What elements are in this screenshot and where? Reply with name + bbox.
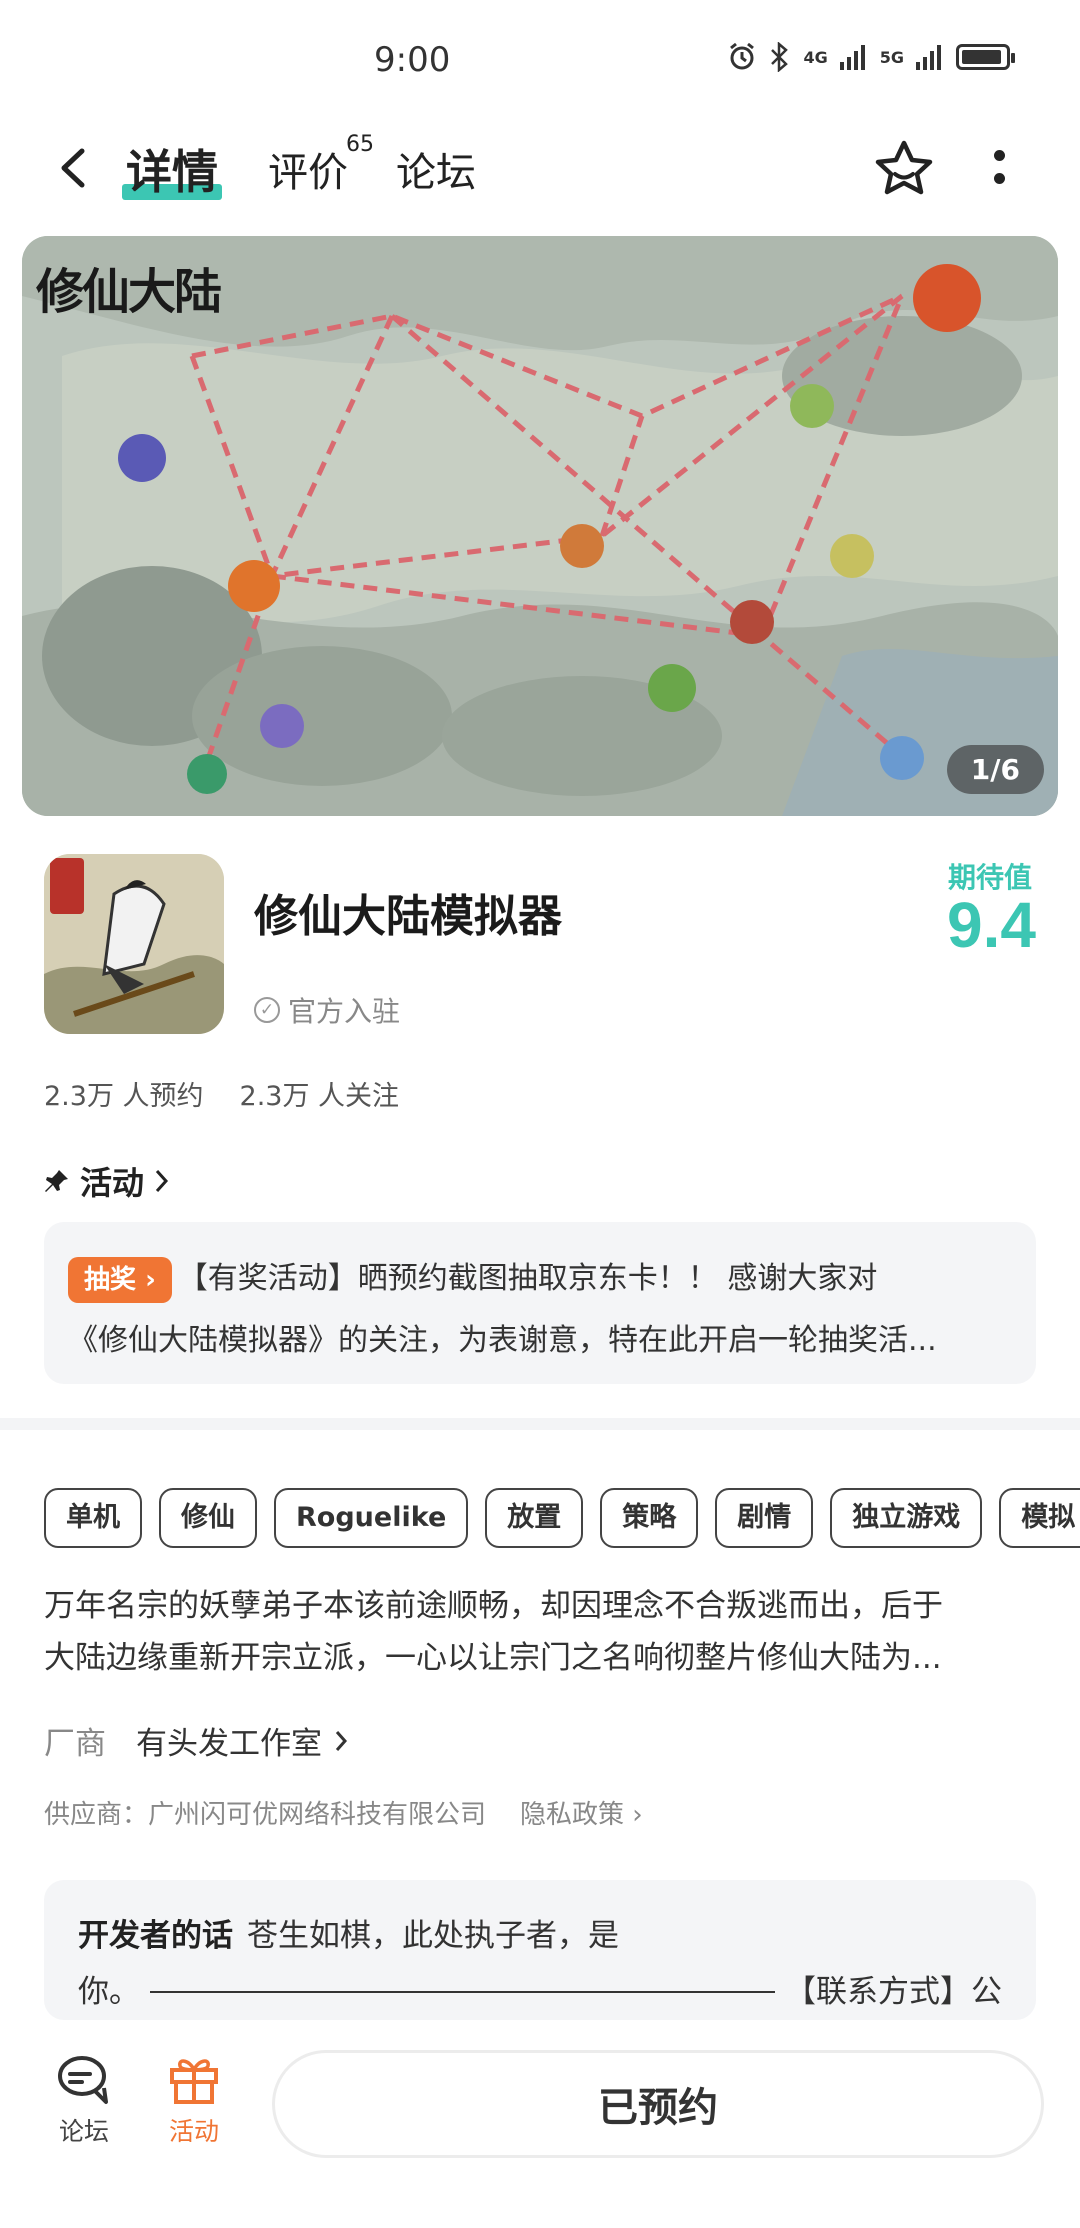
more-menu-icon[interactable]	[994, 144, 1006, 200]
supplier-text: 供应商：广州闪可优网络科技有限公司	[44, 1800, 487, 1830]
pin-icon	[45, 1170, 68, 1192]
lottery-badge: 抽奖 ›	[68, 1256, 172, 1303]
map-illustration	[22, 236, 1058, 816]
status-bar: 9:00 4G 5G	[0, 0, 1080, 120]
status-time: 9:00	[374, 40, 451, 80]
tag-item[interactable]: 独立游戏	[830, 1488, 983, 1548]
screenshot-carousel[interactable]: 修仙大陆 1/6	[22, 236, 1058, 816]
tag-item[interactable]: 模拟	[999, 1488, 1080, 1548]
activity-heading: 活动	[80, 1164, 145, 1202]
tab-details-label: 详情	[126, 145, 218, 199]
activity-text-2: 《修仙大陆模拟器》的关注，为表谢意，特在此开启一轮抽奖活...	[68, 1323, 937, 1358]
tag-item[interactable]: 剧情	[715, 1488, 814, 1548]
tag-item[interactable]: 单机	[44, 1488, 142, 1548]
separator-line	[150, 1991, 775, 1993]
status-icons: 4G 5G	[727, 42, 1015, 72]
developer-words-text: 苍生如棋，此处执子者，是	[247, 1918, 619, 1954]
bottom-activity-label: 活动	[168, 2117, 219, 2146]
privacy-policy-label: 隐私政策	[520, 1800, 625, 1830]
gift-icon	[170, 2059, 218, 2104]
alarm-icon	[730, 42, 755, 70]
section-divider	[0, 1418, 1080, 1430]
lottery-badge-label: 抽奖	[84, 1264, 137, 1295]
developer-row[interactable]: 厂商 有头发工作室	[44, 1718, 348, 1763]
game-description[interactable]: 万年名宗的妖孽弟子本该前途顺畅，却因理念不合叛逃而出，后于 大陆边缘重新开宗立派…	[44, 1580, 1036, 1684]
tag-item[interactable]: 放置	[485, 1488, 584, 1548]
stats-row: 2.3万 人预约 2.3万 人关注	[44, 1074, 399, 1113]
developer-name: 有头发工作室	[136, 1726, 322, 1762]
tag-item[interactable]: Roguelike	[274, 1488, 469, 1548]
expectation-score: 9.4	[947, 889, 1036, 961]
bottom-forum-label: 论坛	[58, 2117, 109, 2146]
battery-icon	[956, 44, 1015, 70]
network-5g-label: 5G	[879, 47, 904, 67]
activity-card[interactable]: 抽奖 › 【有奖活动】晒预约截图抽取京东卡！！ 感谢大家对 《修仙大陆模拟器》的关…	[44, 1222, 1036, 1384]
app-title: 修仙大陆模拟器	[254, 891, 562, 942]
official-verified: ✓ 官方入驻	[254, 990, 400, 1030]
top-nav: 详情 评价 65 论坛	[0, 120, 1080, 220]
check-icon: ✓	[254, 997, 280, 1023]
bottom-activity-button[interactable]: 活动	[166, 2054, 222, 2148]
description-line-1: 万年名宗的妖孽弟子本该前途顺畅，却因理念不合叛逃而出，后于	[44, 1588, 943, 1624]
banner-game-logo: 修仙大陆	[36, 264, 222, 320]
reserved-button[interactable]: 已预约	[272, 2050, 1044, 2158]
bottom-forum-button[interactable]: 论坛	[56, 2054, 112, 2148]
developer-words-line-2: 你。 【联系方式】公	[78, 1964, 1002, 2020]
bottom-action-bar: 论坛 活动 已预约	[0, 2024, 1080, 2228]
network-4g-label: 4G	[803, 47, 828, 67]
tab-details[interactable]: 详情	[122, 136, 222, 202]
developer-words-label: 开发者的话	[78, 1918, 233, 1954]
chat-bubble-icon	[58, 2056, 108, 2104]
developer-words-card[interactable]: 开发者的话 苍生如棋，此处执子者，是 你。 【联系方式】公	[44, 1880, 1036, 2020]
activity-text-1: 【有奖活动】晒预约截图抽取京东卡！！ 感谢大家对	[177, 1261, 878, 1296]
developer-words-start: 你。	[78, 1974, 140, 2010]
developer-words-contact: 【联系方式】公	[785, 1974, 1002, 2010]
back-arrow-icon[interactable]	[52, 145, 98, 191]
supplier-row: 供应商：广州闪可优网络科技有限公司 隐私政策 ›	[44, 1794, 643, 1831]
follow-count: 2.3万 人关注	[239, 1081, 400, 1112]
description-line-2: 大陆边缘重新开宗立派，一心以让宗门之名响彻整片修仙大陆为...	[44, 1640, 942, 1676]
developer-words-line-1: 开发者的话 苍生如棋，此处执子者，是	[78, 1908, 1002, 1964]
signal-icon	[839, 45, 865, 70]
tab-reviews[interactable]: 评价 65	[268, 132, 374, 198]
chevron-right-icon	[155, 1169, 169, 1193]
official-label: 官方入驻	[288, 995, 401, 1028]
tab-forum[interactable]: 论坛	[396, 140, 476, 198]
bluetooth-icon	[771, 42, 789, 72]
tag-item[interactable]: 修仙	[159, 1488, 257, 1548]
carousel-counter: 1/6	[946, 745, 1044, 794]
reviews-count-badge: 65	[346, 132, 374, 157]
reservation-count: 2.3万 人预约	[44, 1081, 204, 1112]
chevron-right-icon	[335, 1730, 348, 1751]
tag-list: 单机 修仙 Roguelike 放置 策略 剧情 独立游戏 模拟	[44, 1488, 1080, 1548]
tab-reviews-label: 评价	[268, 150, 348, 196]
activity-line-1: 抽奖 › 【有奖活动】晒预约截图抽取京东卡！！ 感谢大家对	[68, 1248, 1012, 1310]
privacy-policy-link[interactable]: 隐私政策 ›	[520, 1794, 643, 1831]
tag-item[interactable]: 策略	[600, 1488, 699, 1548]
signal-icon-2	[916, 45, 941, 70]
developer-label: 厂商	[44, 1726, 106, 1762]
activity-section-header[interactable]: 活动	[44, 1158, 170, 1204]
favorite-star-icon[interactable]	[872, 138, 936, 202]
app-icon	[44, 854, 224, 1034]
tab-forum-label: 论坛	[396, 150, 476, 196]
